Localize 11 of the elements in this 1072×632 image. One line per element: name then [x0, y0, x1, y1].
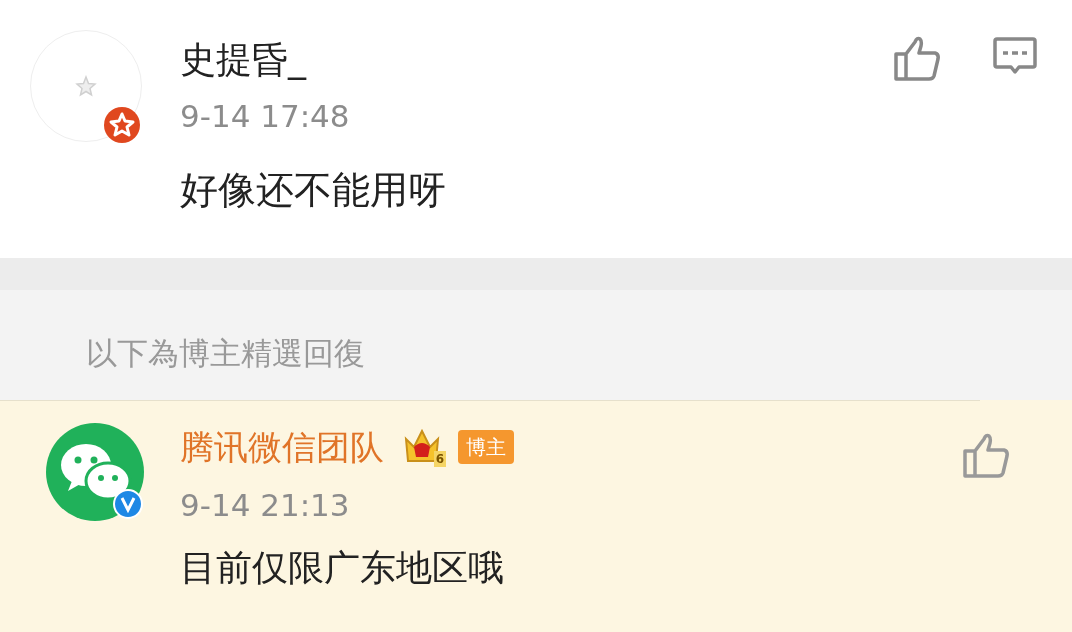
username[interactable]: 史提昏_ [180, 38, 893, 82]
star-icon [75, 75, 97, 97]
verified-icon [113, 489, 143, 519]
thumbs-up-icon[interactable] [962, 433, 1010, 479]
reply-text: 目前仅限广东地区哦 [180, 546, 505, 590]
comment-text: 好像还不能用呀 [180, 167, 447, 214]
section-header: 以下為博主精選回復 [86, 333, 365, 373]
timestamp: 9-14 21:13 [180, 486, 351, 525]
thumbs-up-icon[interactable] [893, 36, 941, 82]
timestamp: 9-14 17:48 [180, 97, 351, 136]
blogger-tag: 博主 [458, 430, 514, 464]
